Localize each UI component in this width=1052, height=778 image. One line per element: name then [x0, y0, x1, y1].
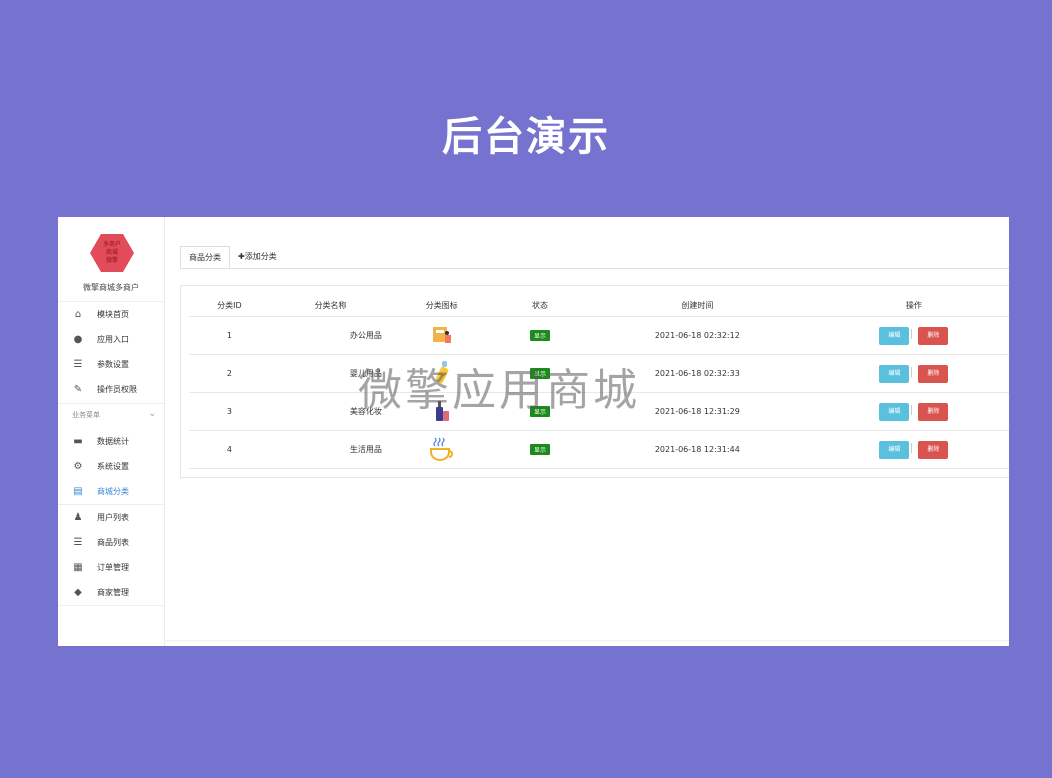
- delete-button[interactable]: 删除: [918, 326, 949, 345]
- home-icon: ⌂: [74, 309, 82, 320]
- baby-bottle-icon: [435, 360, 449, 383]
- edit-button[interactable]: 编辑: [879, 402, 910, 421]
- sidebar-item-operators[interactable]: ✎ 操作员权限: [58, 377, 164, 402]
- monitor-icon: ▬: [73, 436, 83, 447]
- col-header-icon: 分类图标: [391, 294, 493, 317]
- main-content: 商品分类 ✚添加分类 分类ID 分类名称 分类图标 状态 创建时间 操作 1 办…: [165, 217, 1009, 646]
- sidebar-item-entry[interactable]: ● 应用入口: [58, 327, 164, 352]
- tab-add-category[interactable]: ✚添加分类: [230, 246, 285, 268]
- sidebar-item-orders[interactable]: ▦ 订单管理: [58, 555, 164, 580]
- shop-name: 微擎商城多商户: [83, 283, 139, 292]
- sidebar-item-settings[interactable]: ☰ 参数设置: [58, 352, 164, 377]
- main-nav: ⌂ 模块首页 ● 应用入口 ☰ 参数设置 ✎ 操作员权限: [58, 301, 164, 402]
- delete-button[interactable]: 删除: [918, 364, 949, 383]
- admin-window: 多商户 商城 微擎 微擎商城多商户 ⌂ 模块首页 ● 应用入口 ☰ 参数设置 ✎…: [58, 217, 1009, 646]
- box-icon: ◆: [74, 587, 82, 598]
- business-nav: ▬ 数据统计 ⚙ 系统设置 ▤ 商城分类 ♟ 用户列表 ☰ 商品列表 ▦ 订单管…: [58, 429, 164, 606]
- sidebar-item-merchants[interactable]: ◆ 商家管理: [58, 580, 164, 605]
- col-header-status: 状态: [492, 294, 588, 317]
- business-menu-header[interactable]: 业务菜单 ⌄: [58, 403, 164, 425]
- plus-icon: ✚: [238, 252, 245, 261]
- sidebar-item-system[interactable]: ⚙ 系统设置: [58, 454, 164, 479]
- shop-logo: 多商户 商城 微擎: [90, 234, 134, 272]
- sidebar-item-home[interactable]: ⌂ 模块首页: [58, 302, 164, 327]
- col-header-actions: 操作: [806, 294, 1009, 317]
- gear-icon: ⚙: [73, 461, 83, 472]
- status-badge: 显示: [529, 444, 550, 455]
- col-header-created: 创建时间: [587, 294, 807, 317]
- sidebar-item-products[interactable]: ☰ 商品列表: [58, 530, 164, 555]
- sidebar: 多商户 商城 微擎 微擎商城多商户 ⌂ 模块首页 ● 应用入口 ☰ 参数设置 ✎…: [58, 217, 165, 646]
- table-row: 3 美容化妆 显示 2021-06-18 12:31:29 编辑 删除: [189, 392, 1009, 431]
- table-row: 2 婴儿用品 显示 2021-06-18 02:32:33 编辑 删除: [189, 354, 1009, 393]
- delete-button[interactable]: 删除: [918, 402, 949, 421]
- doc-edit-icon: ✎: [73, 384, 83, 395]
- sidebar-item-category[interactable]: ▤ 商城分类: [58, 479, 164, 504]
- list-icon: ☰: [73, 359, 83, 370]
- table-row: 1 办公用品 显示 2021-06-18 02:32:12 编辑 删除: [189, 316, 1009, 355]
- tab-bar: 商品分类 ✚添加分类: [180, 246, 1009, 269]
- chevron-down-icon: ⌄: [148, 409, 156, 419]
- users-icon: ♟: [73, 512, 83, 523]
- status-badge: 显示: [529, 330, 550, 341]
- category-table: 分类ID 分类名称 分类图标 状态 创建时间 操作 1 办公用品 显示 2021…: [189, 294, 1009, 469]
- tab-category[interactable]: 商品分类: [180, 246, 230, 268]
- col-header-id: 分类ID: [189, 294, 270, 317]
- sidebar-item-users[interactable]: ♟ 用户列表: [58, 505, 164, 530]
- edit-button[interactable]: 编辑: [879, 440, 910, 459]
- col-header-name: 分类名称: [269, 294, 392, 317]
- footer-divider: [165, 640, 1009, 641]
- cosmetics-icon: [435, 400, 449, 421]
- edit-button[interactable]: 编辑: [879, 326, 910, 345]
- delete-button[interactable]: 删除: [918, 440, 949, 459]
- list-icon: ☰: [73, 537, 83, 548]
- sidebar-item-stats[interactable]: ▬ 数据统计: [58, 429, 164, 454]
- coffee-cup-icon: [429, 437, 453, 461]
- doc-icon: ▤: [73, 486, 83, 497]
- edit-button[interactable]: 编辑: [879, 364, 910, 383]
- status-badge: 显示: [529, 406, 550, 417]
- grid-icon: ▦: [73, 562, 83, 573]
- table-row: 4 生活用品 显示 2021-06-18 12:31:44 编辑 删除: [189, 430, 1009, 469]
- status-badge: 显示: [529, 368, 550, 379]
- category-table-panel: 分类ID 分类名称 分类图标 状态 创建时间 操作 1 办公用品 显示 2021…: [180, 285, 1009, 478]
- banner-title: 后台演示: [442, 114, 610, 160]
- chat-icon: ●: [73, 334, 83, 345]
- office-icon: [432, 326, 451, 343]
